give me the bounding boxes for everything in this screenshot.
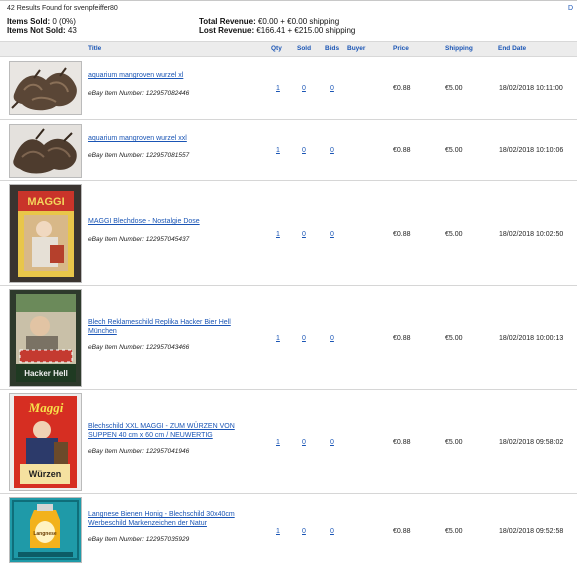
- col-bids[interactable]: Bids: [325, 45, 339, 52]
- table-row: Maggi Würzen Blechschild XXL MAGGI - ZUM…: [0, 390, 577, 494]
- bids-link[interactable]: 0: [330, 439, 334, 446]
- qty-link[interactable]: 1: [276, 147, 280, 154]
- item-title-link[interactable]: Blechschild XXL MAGGI - ZUM WÜRZEN VON S…: [88, 422, 248, 440]
- sold-link[interactable]: 0: [302, 231, 306, 238]
- bids-link[interactable]: 0: [330, 528, 334, 535]
- end-date-cell: 18/02/2018 10:02:50: [499, 231, 564, 238]
- total-revenue-value: €0.00 + €0.00 shipping: [257, 17, 340, 26]
- langnese-label-text: Langnese: [33, 531, 57, 537]
- wuerzen-sign-text: Würzen: [29, 469, 62, 479]
- col-end-date[interactable]: End Date: [498, 45, 526, 52]
- qty-link[interactable]: 1: [276, 528, 280, 535]
- bids-link[interactable]: 0: [330, 335, 334, 342]
- items-sold-value: 0 (0%): [52, 17, 76, 26]
- table-row: Langnese Langnese Bienen Honig - Blechsc…: [0, 494, 577, 565]
- item-thumbnail[interactable]: Maggi Würzen: [9, 393, 82, 491]
- lost-revenue-label: Lost Revenue:: [199, 26, 255, 35]
- shipping-cell: €5.00: [445, 528, 463, 535]
- col-shipping[interactable]: Shipping: [445, 45, 473, 52]
- item-number: eBay Item Number: 122957043466: [88, 344, 190, 351]
- item-title-link[interactable]: aquarium mangroven wurzel xxl: [88, 134, 248, 143]
- bids-link[interactable]: 0: [330, 147, 334, 154]
- item-title-link[interactable]: MAGGI Blechdose - Nostalgie Dose: [88, 217, 248, 226]
- item-title-link[interactable]: Langnese Bienen Honig - Blechschild 30x4…: [88, 510, 248, 528]
- sold-link[interactable]: 0: [302, 528, 306, 535]
- price-cell: €0.88: [393, 528, 411, 535]
- col-buyer[interactable]: Buyer: [347, 45, 365, 52]
- maggi-sign-text: Maggi: [28, 400, 64, 415]
- sold-link[interactable]: 0: [302, 85, 306, 92]
- revenue-stats: Total Revenue: €0.00 + €0.00 shipping Lo…: [199, 17, 355, 35]
- item-number: eBay Item Number: 122957041946: [88, 448, 190, 455]
- item-thumbnail[interactable]: Langnese: [9, 497, 82, 563]
- items-not-sold-label: Items Not Sold:: [7, 26, 66, 35]
- items-sold-label: Items Sold:: [7, 17, 51, 26]
- lost-revenue-value: €166.41 + €215.00 shipping: [256, 26, 356, 35]
- hacker-sign-image: Hacker Hell: [10, 290, 81, 386]
- qty-link[interactable]: 1: [276, 231, 280, 238]
- download-link[interactable]: D: [568, 5, 573, 12]
- maggi-logo-text: MAGGI: [27, 196, 64, 208]
- table-header: Title Qty Sold Bids Buyer Price Shipping…: [0, 41, 577, 57]
- table-row: aquarium mangroven wurzel xxl eBay Item …: [0, 120, 577, 181]
- item-number: eBay Item Number: 122957081557: [88, 152, 190, 159]
- total-revenue-label: Total Revenue:: [199, 17, 256, 26]
- shipping-cell: €5.00: [445, 335, 463, 342]
- item-number: eBay Item Number: 122957045437: [88, 236, 190, 243]
- table-row: aquarium mangroven wurzel xl eBay Item N…: [0, 57, 577, 120]
- sold-stats: Items Sold: 0 (0%) Items Not Sold: 43: [7, 17, 77, 35]
- qty-link[interactable]: 1: [276, 85, 280, 92]
- maggi-sign-image: Maggi Würzen: [10, 394, 81, 490]
- col-qty[interactable]: Qty: [271, 45, 282, 52]
- price-cell: €0.88: [393, 85, 411, 92]
- maggi-tin-image: MAGGI: [10, 185, 81, 282]
- shipping-cell: €5.00: [445, 147, 463, 154]
- end-date-cell: 18/02/2018 10:00:13: [499, 335, 564, 342]
- item-thumbnail[interactable]: [9, 61, 82, 115]
- item-thumbnail[interactable]: [9, 124, 82, 178]
- bids-link[interactable]: 0: [330, 231, 334, 238]
- hacker-logo-text: Hacker Hell: [24, 369, 68, 378]
- item-number: eBay Item Number: 122957035929: [88, 536, 190, 543]
- end-date-cell: 18/02/2018 10:10:06: [499, 147, 564, 154]
- price-cell: €0.88: [393, 231, 411, 238]
- sold-link[interactable]: 0: [302, 335, 306, 342]
- price-cell: €0.88: [393, 335, 411, 342]
- end-date-cell: 18/02/2018 10:11:00: [499, 85, 563, 92]
- col-sold[interactable]: Sold: [297, 45, 311, 52]
- col-title[interactable]: Title: [88, 45, 101, 52]
- item-thumbnail[interactable]: Hacker Hell: [9, 289, 82, 387]
- col-price[interactable]: Price: [393, 45, 409, 52]
- wood-roots-image: [10, 125, 81, 177]
- bids-link[interactable]: 0: [330, 85, 334, 92]
- honey-sign-image: Langnese: [10, 498, 81, 562]
- table-row: Hacker Hell Blech Reklameschild Replika …: [0, 286, 577, 390]
- item-number: eBay Item Number: 122957082446: [88, 90, 190, 97]
- shipping-cell: €5.00: [445, 439, 463, 446]
- sold-link[interactable]: 0: [302, 439, 306, 446]
- end-date-cell: 18/02/2018 09:58:02: [499, 439, 564, 446]
- results-count: 42 Results Found for svenpfeiffer80: [7, 5, 118, 12]
- shipping-cell: €5.00: [445, 231, 463, 238]
- items-not-sold-value: 43: [67, 26, 77, 35]
- price-cell: €0.88: [393, 147, 411, 154]
- qty-link[interactable]: 1: [276, 439, 280, 446]
- price-cell: €0.88: [393, 439, 411, 446]
- table-row: MAGGI MAGGI Blechdose - Nostalgie Dose e…: [0, 181, 577, 286]
- shipping-cell: €5.00: [445, 85, 463, 92]
- wood-roots-image: [10, 62, 81, 114]
- qty-link[interactable]: 1: [276, 335, 280, 342]
- sold-link[interactable]: 0: [302, 147, 306, 154]
- item-title-link[interactable]: Blech Reklameschild Replika Hacker Bier …: [88, 318, 248, 336]
- item-title-link[interactable]: aquarium mangroven wurzel xl: [88, 71, 248, 80]
- end-date-cell: 18/02/2018 09:52:58: [499, 528, 564, 535]
- item-thumbnail[interactable]: MAGGI: [9, 184, 82, 283]
